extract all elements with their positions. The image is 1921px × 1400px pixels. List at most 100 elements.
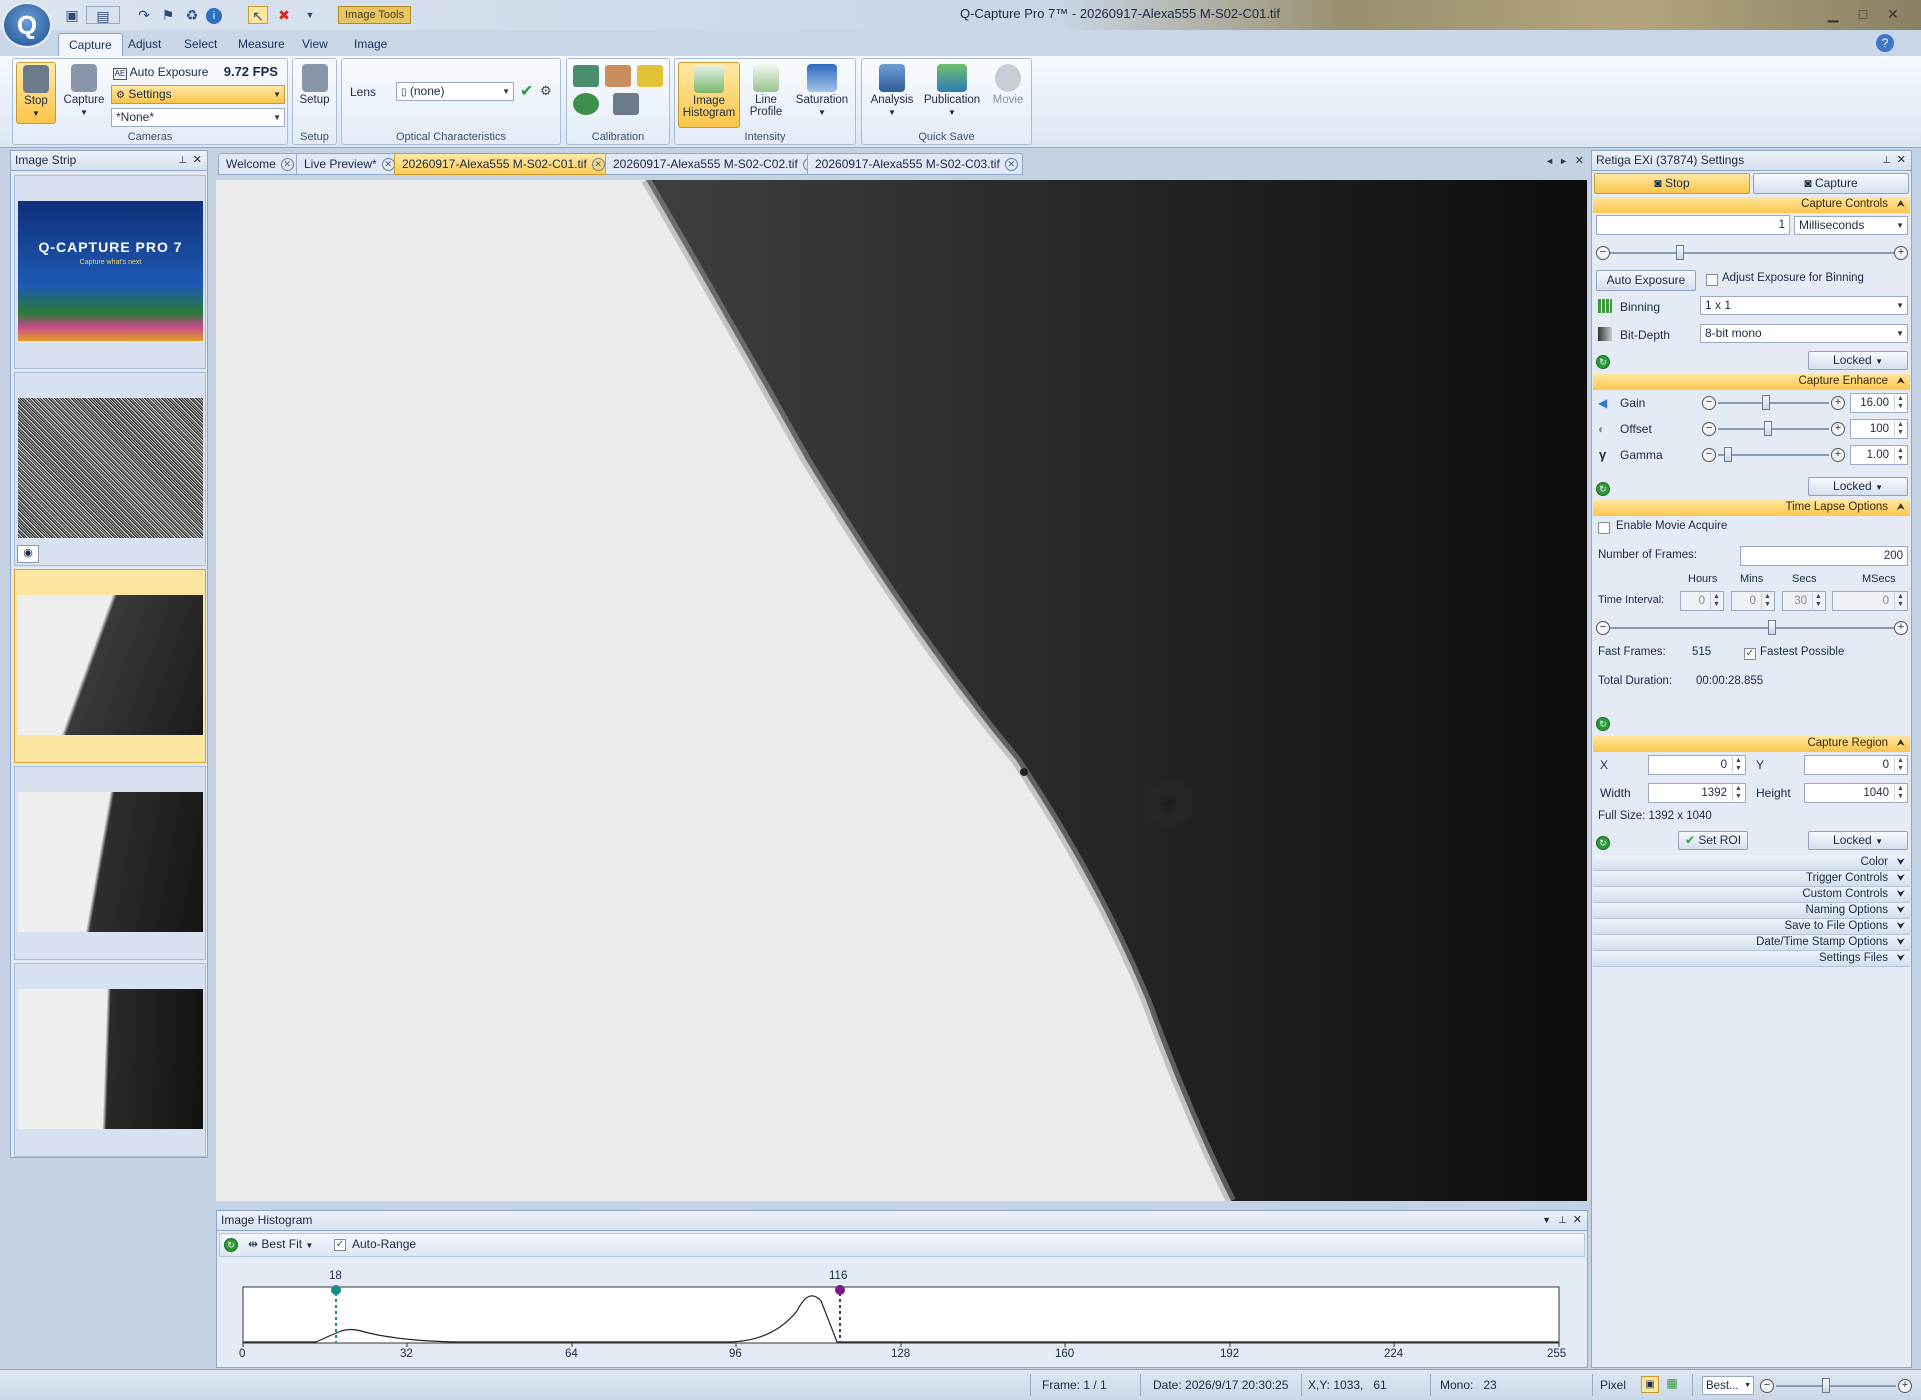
tab-select[interactable]: Select	[174, 33, 227, 56]
redo-icon[interactable]: ↷	[134, 6, 154, 24]
exposure-input[interactable]: 1	[1596, 215, 1790, 235]
tab-image[interactable]: Image	[344, 33, 397, 56]
decrease-icon[interactable]: −	[1702, 448, 1716, 462]
best-fit-dropdown[interactable]: ⇹ Best Fit ▼	[248, 1237, 313, 1251]
gamma-slider[interactable]: − +	[1702, 447, 1845, 463]
refresh-icon[interactable]: ↻	[224, 1238, 238, 1252]
decrease-icon[interactable]: −	[1596, 246, 1610, 260]
apply-lens-icon[interactable]: ✔	[520, 81, 533, 101]
dropdown-icon[interactable]: ▼	[1542, 1211, 1551, 1230]
tab-measure[interactable]: Measure	[228, 33, 295, 56]
panel-close-icon[interactable]: ✕	[193, 151, 202, 170]
trigger-controls-section[interactable]: Trigger Controls ⮟	[1593, 871, 1910, 887]
zoom-dropdown[interactable]: Best... ▼	[1702, 1376, 1754, 1395]
tab-view[interactable]: View	[292, 33, 338, 56]
zoom-slider[interactable]: − +	[1760, 1378, 1912, 1394]
publication-button[interactable]: Publication ▼	[920, 62, 984, 124]
custom-controls-section[interactable]: Custom Controls ⮟	[1593, 887, 1910, 903]
app-menu-icon[interactable]: Q	[2, 2, 52, 48]
tab-welcome[interactable]: Welcome ✕	[218, 153, 299, 175]
set-roi-button[interactable]: ✔ Set ROI	[1678, 831, 1748, 850]
exposure-unit-dropdown[interactable]: Milliseconds ▼	[1794, 216, 1908, 235]
interval-slider[interactable]: − +	[1594, 620, 1910, 636]
analysis-button[interactable]: Analysis ▼	[866, 62, 918, 124]
zoom-in-icon[interactable]: +	[1898, 1379, 1912, 1393]
thumbnail-item-selected[interactable]	[14, 569, 206, 763]
tab-scroll-right-icon[interactable]: ►	[1559, 156, 1568, 166]
slider-thumb[interactable]	[1676, 245, 1684, 260]
info-icon[interactable]: i	[206, 8, 222, 24]
enable-movie-checkbox[interactable]	[1598, 522, 1610, 534]
close-tab-icon[interactable]: ✕	[591, 158, 605, 171]
close-tab-icon[interactable]: ✕	[280, 158, 294, 171]
reset-icon[interactable]: ↻	[1596, 717, 1610, 731]
recycle-icon[interactable]: ♻	[182, 6, 202, 24]
zoom-out-icon[interactable]: −	[1760, 1379, 1774, 1393]
close-icon[interactable]: ✕	[1880, 4, 1906, 24]
settings-files-section[interactable]: Settings Files ⮟	[1593, 951, 1910, 967]
hours-input[interactable]: 0 ▲ ▼	[1680, 591, 1724, 611]
increase-icon[interactable]: +	[1831, 422, 1845, 436]
pixel-mode-label[interactable]: Pixel	[1600, 1376, 1626, 1394]
tab-c03[interactable]: 20260917-Alexa555 M-S02-C03.tif ✕	[807, 153, 1023, 175]
datetime-stamp-section[interactable]: Date/Time Stamp Options ⮟	[1593, 935, 1910, 951]
capture-controls-header[interactable]: Capture Controls ⮝	[1593, 197, 1910, 213]
reset-icon[interactable]: ↻	[1596, 355, 1610, 369]
auto-range-checkbox[interactable]: ✓	[334, 1239, 346, 1251]
binning-dropdown[interactable]: 1 x 1 ▼	[1700, 296, 1908, 315]
capture-enhance-header[interactable]: Capture Enhance ⮝	[1593, 374, 1910, 390]
image-histogram-button[interactable]: Image Histogram	[678, 62, 740, 128]
thumbnail-item[interactable]	[14, 963, 206, 1157]
thumbnail-item[interactable]: ◉	[14, 372, 206, 566]
camera-calibration-icon[interactable]	[613, 93, 639, 115]
maximize-icon[interactable]: □	[1850, 4, 1876, 24]
calibrate-icon[interactable]	[573, 65, 599, 87]
y-input[interactable]: 0 ▲ ▼	[1804, 755, 1908, 775]
minimize-icon[interactable]: ▁	[1820, 4, 1846, 24]
slider-thumb[interactable]	[1768, 620, 1776, 635]
capture-image-button[interactable]: ◙ Capture	[1753, 173, 1909, 194]
save-to-file-section[interactable]: Save to File Options ⮟	[1593, 919, 1910, 935]
stamp-icon[interactable]: ⚑	[158, 6, 178, 24]
saturation-button[interactable]: Saturation ▼	[791, 62, 853, 128]
stop-capture-button[interactable]: ◙ Stop	[1594, 173, 1750, 194]
decrease-icon[interactable]: −	[1702, 422, 1716, 436]
delete-icon[interactable]: ✖	[274, 6, 294, 24]
customize-qat-icon[interactable]: ▼	[300, 6, 320, 24]
tab-capture[interactable]: Capture	[58, 33, 123, 56]
refresh-calibration-icon[interactable]	[573, 93, 599, 115]
tab-live-preview[interactable]: Live Preview* ✕	[296, 153, 400, 175]
capture-button[interactable]: Capture ▼	[60, 62, 108, 124]
auto-exposure-button[interactable]: AE Auto Exposure 9.72 FPS	[113, 62, 283, 82]
thumbnail-item[interactable]	[14, 766, 206, 960]
image-view-icon[interactable]: ▣	[1641, 1376, 1659, 1393]
capture-region-header[interactable]: Capture Region ⮝	[1593, 736, 1910, 752]
grid-view-icon[interactable]: ▦	[1663, 1376, 1681, 1393]
close-document-icon[interactable]: ✕	[1575, 154, 1584, 167]
naming-options-section[interactable]: Naming Options ⮟	[1593, 903, 1910, 919]
tab-adjust[interactable]: Adjust	[118, 33, 171, 56]
height-input[interactable]: 1040 ▲ ▼	[1804, 783, 1908, 803]
movie-button[interactable]: Movie	[986, 62, 1030, 124]
lock-dropdown[interactable]: Locked ▼	[1808, 351, 1908, 370]
lock-dropdown[interactable]: Locked ▼	[1808, 477, 1908, 496]
time-lapse-header[interactable]: Time Lapse Options ⮝	[1593, 500, 1910, 516]
pin-icon[interactable]: ⊥	[1882, 151, 1891, 170]
decrease-icon[interactable]: −	[1596, 621, 1610, 635]
tab-c02[interactable]: 20260917-Alexa555 M-S02-C02.tif✕	[605, 153, 821, 175]
setup-button[interactable]: Setup	[293, 62, 336, 124]
exposure-slider[interactable]: − +	[1594, 245, 1910, 261]
pin-icon[interactable]: ⊥	[1558, 1211, 1567, 1230]
image-viewport[interactable]	[216, 180, 1587, 1201]
lens-settings-icon[interactable]: ⚙	[540, 83, 552, 99]
pointer-icon[interactable]: ↖	[248, 6, 268, 24]
scale-bar-icon[interactable]	[637, 65, 663, 87]
increase-icon[interactable]: +	[1831, 396, 1845, 410]
slider-thumb[interactable]	[1724, 447, 1732, 462]
ruler-icon[interactable]	[605, 65, 631, 87]
panel-close-icon[interactable]: ✕	[1573, 1211, 1582, 1230]
close-tab-icon[interactable]: ✕	[381, 158, 395, 171]
panel-close-icon[interactable]: ✕	[1897, 151, 1906, 170]
help-icon[interactable]: ?	[1876, 34, 1894, 52]
lens-dropdown[interactable]: ▯ (none) ▼	[396, 82, 514, 101]
